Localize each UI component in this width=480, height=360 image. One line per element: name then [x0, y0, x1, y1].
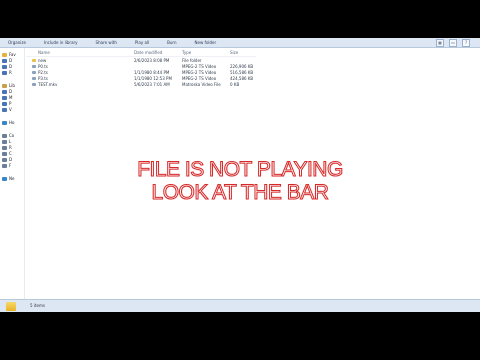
video-file-icon [32, 77, 36, 80]
burn-button[interactable]: Burn [167, 40, 176, 45]
library-icon [2, 83, 7, 88]
file-type: MPEG-2 TS Video [182, 70, 217, 75]
documents-icon [2, 89, 7, 94]
file-row[interactable]: P3.ts 1/1/1980 12:53 PM MPEG-2 TS Video … [26, 76, 266, 81]
include-in-library-button[interactable]: Include in library [44, 40, 78, 45]
file-name: P2.ts [38, 70, 48, 75]
file-row[interactable]: TEST.mkv 5/6/2023 7:01 AM Matroska Video… [26, 82, 266, 87]
file-row[interactable]: P0.ts MPEG-2 TS Video 226,906 KB [26, 64, 266, 69]
homegroup-icon [2, 120, 7, 125]
file-name: new [38, 58, 47, 63]
desktop-icon [2, 58, 7, 63]
folder-icon [6, 302, 16, 311]
sidebar-item-computer[interactable]: Co [2, 133, 22, 138]
caption-overlay: FILE IS NOT PLAYING LOOK AT THE BAR [0, 158, 480, 205]
status-bar: 5 items [0, 299, 480, 312]
new-folder-button[interactable]: New folder [195, 40, 217, 45]
organize-button[interactable]: Organize [8, 40, 26, 45]
file-size: 516,586 KB [230, 70, 254, 75]
music-icon [2, 95, 7, 100]
column-header-type[interactable]: Type [182, 50, 191, 55]
recent-places-icon [2, 70, 7, 75]
file-date: 5/6/2023 7:01 AM [134, 82, 170, 87]
share-with-button[interactable]: Share with [96, 40, 117, 45]
file-name: P0.ts [38, 64, 48, 69]
star-icon [2, 52, 7, 57]
file-type: MPEG-2 TS Video [182, 64, 217, 69]
command-bar: Organize Include in library Share with P… [0, 38, 480, 48]
pictures-icon [2, 101, 7, 106]
sidebar-item-homegroup[interactable]: Ho [2, 120, 22, 125]
preview-pane-icon[interactable]: ▭ [449, 39, 457, 47]
sidebar-item-local-disk[interactable]: L [2, 139, 22, 144]
drive-icon [2, 151, 7, 156]
sidebar-item-documents[interactable]: D [2, 89, 22, 94]
file-row[interactable]: P2.ts 1/1/1980 8:44 PM MPEG-2 TS Video 5… [26, 70, 266, 75]
view-options-icon[interactable]: ▦ [436, 39, 444, 47]
file-size: 226,906 KB [230, 64, 254, 69]
column-header-size[interactable]: Size [230, 50, 238, 55]
file-size: 424,586 KB [230, 76, 254, 81]
video-file-icon [32, 65, 36, 68]
file-row[interactable]: new 2/6/2023 8:08 PM File folder [26, 58, 266, 63]
file-date: 2/6/2023 8:08 PM [134, 58, 170, 63]
caption-line-1: FILE IS NOT PLAYING [137, 158, 344, 182]
sidebar-item-recent[interactable]: R [2, 70, 22, 75]
column-headers: Name Date modified Type Size [26, 50, 256, 57]
sidebar-item-downloads[interactable]: D [2, 64, 22, 69]
computer-icon [2, 133, 7, 138]
sidebar-item-drive-r[interactable]: R [2, 145, 22, 150]
downloads-icon [2, 64, 7, 69]
drive-icon [2, 145, 7, 150]
file-name: P3.ts [38, 76, 48, 81]
folder-icon [32, 59, 36, 62]
file-date: 1/1/1980 8:44 PM [134, 70, 170, 75]
help-icon[interactable]: ? [462, 39, 470, 47]
sidebar-item-music[interactable]: M [2, 95, 22, 100]
file-type: File folder [182, 58, 202, 63]
item-count: 5 items [30, 303, 45, 308]
file-type: MPEG-2 TS Video [182, 76, 217, 81]
file-date: 1/1/1980 12:53 PM [134, 76, 172, 81]
video-file-icon [32, 83, 36, 86]
caption-line-2: LOOK AT THE BAR [151, 181, 329, 205]
sidebar-item-pictures[interactable]: P [2, 101, 22, 106]
file-name: TEST.mkv [38, 82, 58, 87]
file-type: Matroska Video File [182, 82, 221, 87]
file-size: 0 KB [230, 82, 240, 87]
video-file-icon [32, 71, 36, 74]
sidebar-item-favorites[interactable]: Fav [2, 52, 22, 57]
column-header-name[interactable]: Name [38, 50, 50, 55]
play-all-button[interactable]: Play all [135, 40, 149, 45]
sidebar-item-drive-c[interactable]: C [2, 151, 22, 156]
drive-icon [2, 139, 7, 144]
column-header-date-modified[interactable]: Date modified [134, 50, 162, 55]
sidebar-item-libraries[interactable]: Lib [2, 83, 22, 88]
videos-icon [2, 107, 7, 112]
sidebar-item-videos[interactable]: V [2, 107, 22, 112]
sidebar-item-desktop[interactable]: D [2, 58, 22, 63]
